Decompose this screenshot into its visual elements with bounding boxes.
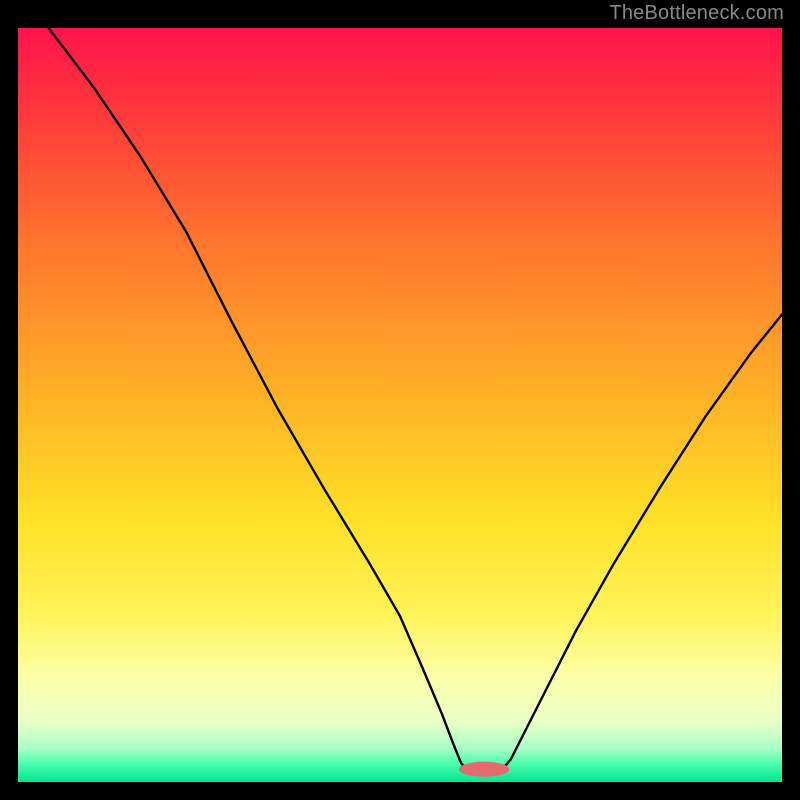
bottleneck-marker bbox=[459, 762, 509, 777]
chart-svg bbox=[0, 0, 800, 800]
attribution-text: TheBottleneck.com bbox=[609, 2, 784, 25]
chart-container: { "attribution": "TheBottleneck.com", "c… bbox=[0, 0, 800, 800]
plot-background bbox=[18, 28, 782, 782]
